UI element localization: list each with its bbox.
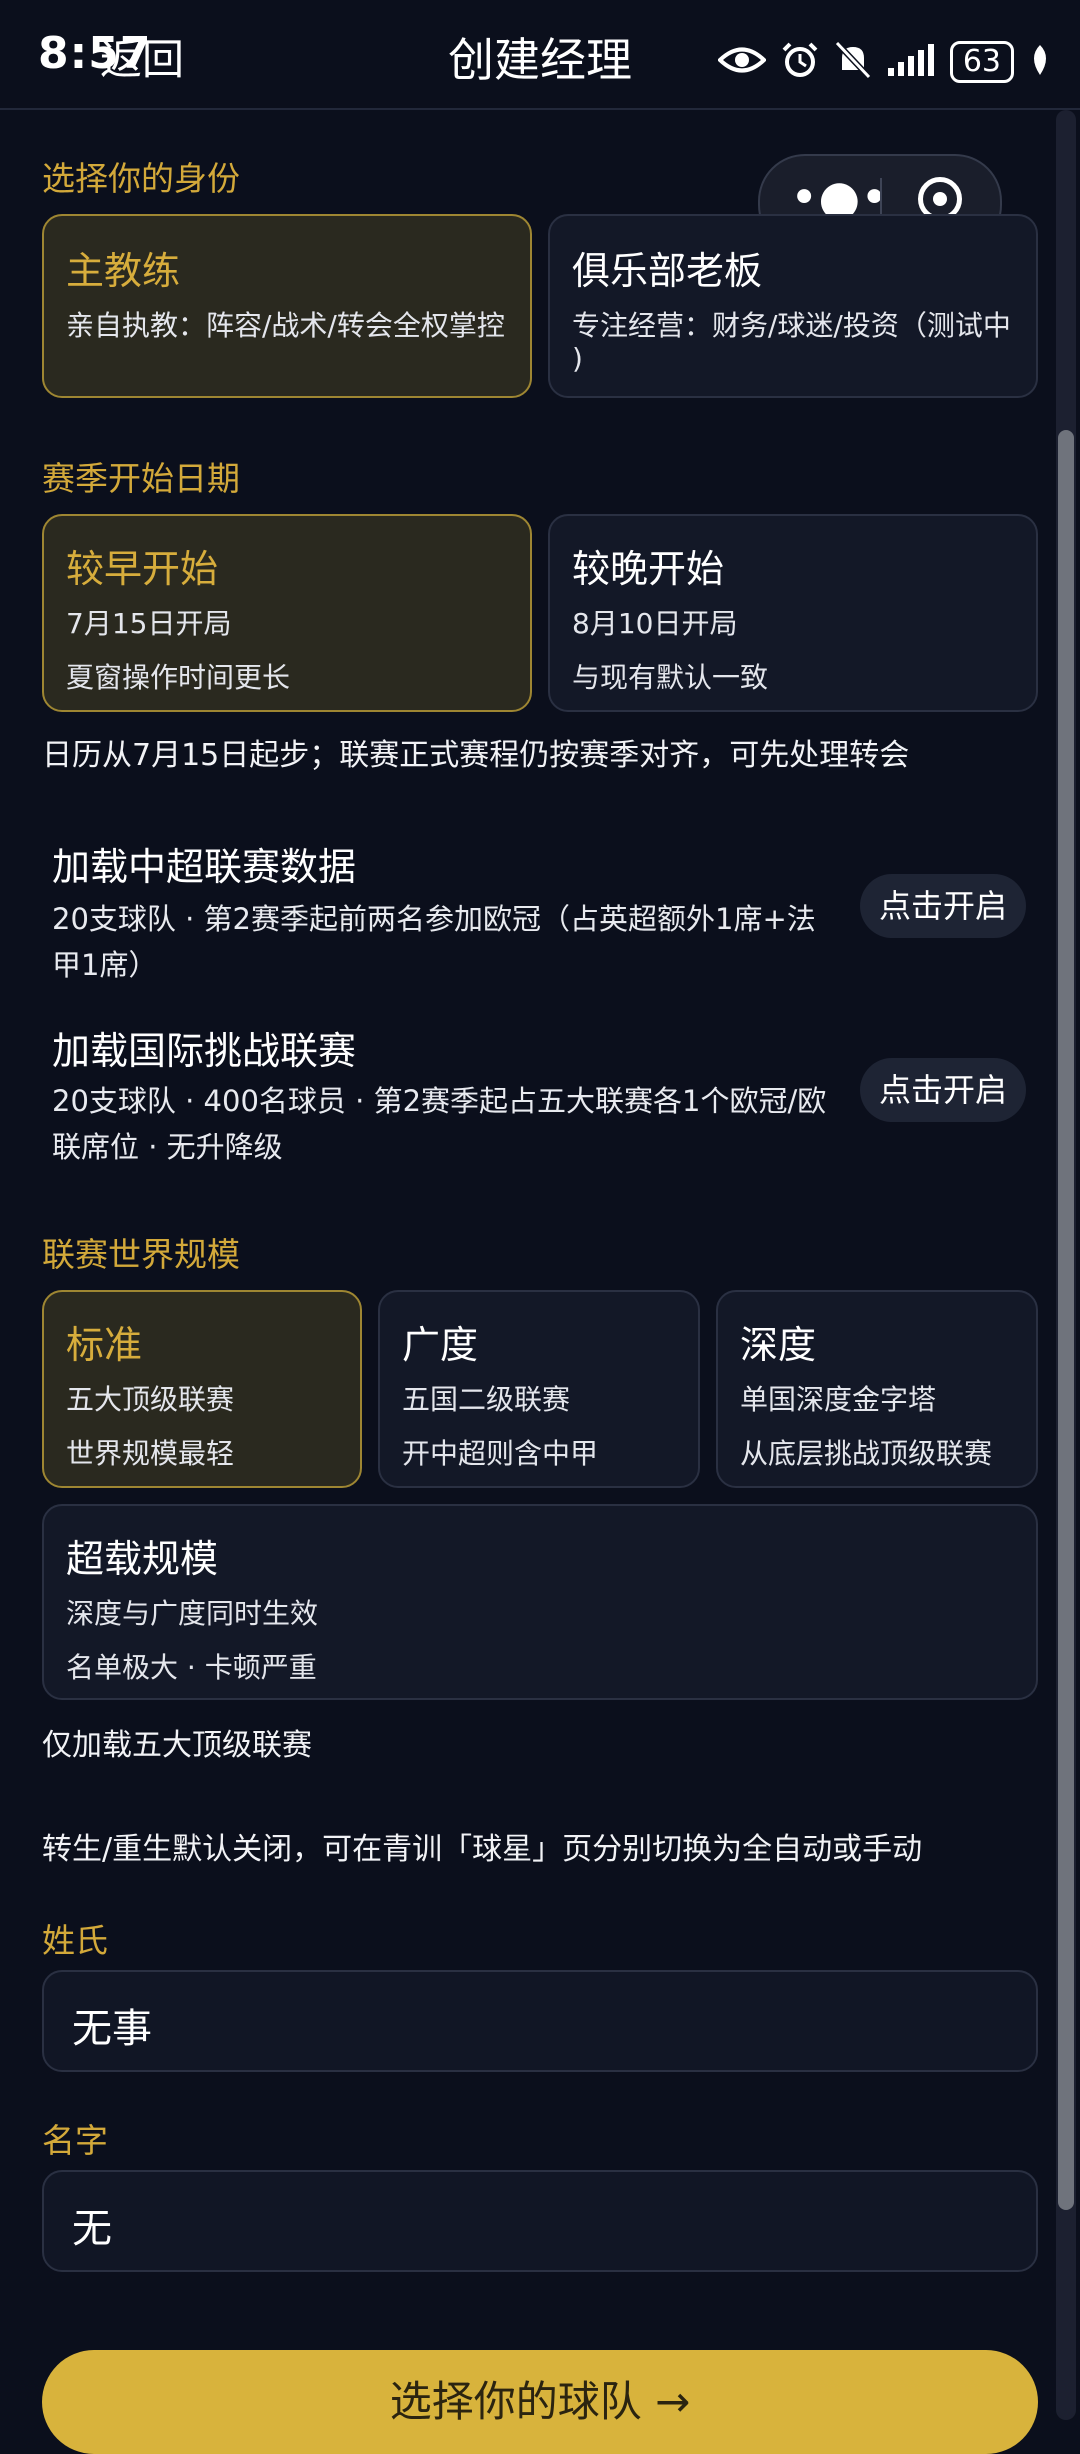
option-title: 俱乐部老板 — [572, 249, 763, 293]
option-title: 较晚开始 — [572, 547, 725, 591]
option-line2: 世界规模最轻 — [66, 1437, 235, 1470]
status-icons: 63 — [716, 40, 1052, 84]
option-line2: 夏窗操作时间更长 — [66, 661, 291, 694]
choose-team-button[interactable]: 选择你的球队 → — [42, 2350, 1038, 2454]
surname-label: 姓氏 — [42, 1921, 108, 1960]
identity-option-coach[interactable]: 主教练 亲自执教：阵容/战术/转会全权掌控 — [42, 214, 532, 398]
option-line1: 五大顶级联赛 — [66, 1383, 235, 1416]
toggle-intl-title: 加载国际挑战联赛 — [52, 1029, 357, 1073]
option-desc-cont: ) — [572, 342, 583, 375]
option-title: 标准 — [66, 1323, 143, 1367]
surname-value: 无事 — [72, 2006, 152, 2052]
option-line1: 7月15日开局 — [66, 607, 232, 640]
option-desc: 亲自执教：阵容/战术/转会全权掌控 — [66, 309, 505, 342]
option-title: 较早开始 — [66, 547, 219, 591]
nav-divider — [0, 108, 1080, 110]
given-name-value: 无 — [72, 2206, 112, 2252]
given-name-label: 名字 — [42, 2121, 108, 2160]
signal-icon — [886, 42, 936, 82]
toggle-csl-title: 加载中超联赛数据 — [52, 845, 357, 889]
season-note: 日历从7月15日起步；联赛正式赛程仍按赛季对齐，可先处理转会 — [42, 738, 910, 773]
world-scale-note: 仅加载五大顶级联赛 — [42, 1728, 312, 1763]
surname-input[interactable]: 无事 — [42, 1970, 1038, 2072]
option-title: 主教练 — [66, 249, 181, 293]
identity-section-label: 选择你的身份 — [42, 159, 240, 198]
toggle-intl-desc: 20支球队 · 400名球员 · 第2赛季起占五大联赛各1个欧冠/欧联席位 · … — [52, 1084, 827, 1164]
option-line2: 名单极大 · 卡顿严重 — [66, 1651, 317, 1684]
identity-option-owner[interactable]: 俱乐部老板 专注经营：财务/球迷/投资（测试中 ) — [548, 214, 1038, 398]
season-section-label: 赛季开始日期 — [42, 459, 240, 498]
option-line1: 五国二级联赛 — [402, 1383, 571, 1416]
enable-intl-button[interactable]: 点击开启 — [860, 1058, 1026, 1122]
option-title: 深度 — [740, 1323, 817, 1367]
scale-option-breadth[interactable]: 广度 五国二级联赛 开中超则含中甲 — [378, 1290, 700, 1488]
option-title: 广度 — [402, 1323, 479, 1367]
world-scale-section-label: 联赛世界规模 — [42, 1235, 240, 1274]
scale-option-depth[interactable]: 深度 单国深度金字塔 从底层挑战顶级联赛 — [716, 1290, 1038, 1488]
option-desc: 专注经营：财务/球迷/投资（测试中 — [572, 309, 1011, 342]
option-line1: 8月10日开局 — [572, 607, 738, 640]
rebirth-note: 转生/重生默认关闭，可在青训「球星」页分别切换为全自动或手动 — [42, 1832, 923, 1867]
battery-indicator: 63 — [949, 41, 1014, 83]
option-line1: 深度与广度同时生效 — [66, 1597, 319, 1630]
option-line2: 与现有默认一致 — [572, 661, 769, 694]
alarm-icon — [780, 40, 820, 84]
scrollbar-thumb[interactable] — [1058, 430, 1074, 2210]
scale-option-standard[interactable]: 标准 五大顶级联赛 世界规模最轻 — [42, 1290, 362, 1488]
option-line2: 从底层挑战顶级联赛 — [740, 1437, 993, 1470]
scale-option-overload[interactable]: 超载规模 深度与广度同时生效 名单极大 · 卡顿严重 — [42, 1504, 1038, 1700]
option-title: 超载规模 — [66, 1537, 219, 1581]
enable-csl-button[interactable]: 点击开启 — [860, 874, 1026, 938]
eye-icon — [716, 45, 767, 79]
bell-muted-icon — [834, 40, 872, 84]
toggle-csl-desc: 20支球队 · 第2赛季起前两名参加欧冠（占英超额外1席+法甲1席） — [52, 902, 816, 982]
given-name-input[interactable]: 无 — [42, 2170, 1038, 2272]
season-option-late[interactable]: 较晚开始 8月10日开局 与现有默认一致 — [548, 514, 1038, 712]
option-line1: 单国深度金字塔 — [740, 1383, 937, 1416]
option-line2: 开中超则含中甲 — [402, 1437, 599, 1470]
season-option-early[interactable]: 较早开始 7月15日开局 夏窗操作时间更长 — [42, 514, 532, 712]
leaf-icon — [1028, 43, 1052, 81]
